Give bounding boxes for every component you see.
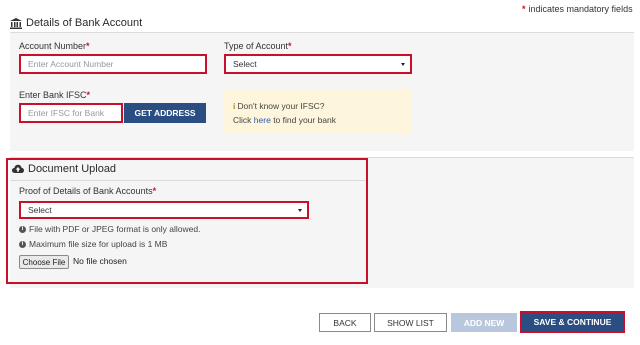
show-list-button[interactable]: SHOW LIST (374, 313, 447, 332)
ifsc-help-text: Don't know your IFSC? (237, 101, 325, 111)
cloud-upload-icon (12, 164, 24, 173)
document-section-header: Document Upload (12, 163, 116, 175)
ifsc-placeholder: Enter IFSC for Bank (28, 108, 105, 118)
ifsc-label-text: Enter Bank IFSC (19, 90, 87, 100)
info-icon: i (19, 225, 26, 233)
proof-select[interactable]: Select (19, 201, 309, 219)
account-type-label: Type of Account* (224, 41, 292, 51)
required-star: * (152, 186, 157, 196)
choose-file-button[interactable]: Choose File (19, 255, 69, 269)
bank-section-header: Details of Bank Account (10, 16, 142, 30)
save-continue-button[interactable]: SAVE & CONTINUE (520, 311, 625, 333)
document-section-title: Document Upload (28, 163, 117, 175)
file-size-note-text: Maximum file size for upload is 1 MB (29, 239, 168, 249)
ifsc-help-box: i Don't know your IFSC? Click here to fin… (224, 90, 411, 134)
chevron-down-icon (298, 208, 302, 212)
get-address-button[interactable]: GET ADDRESS (124, 103, 206, 123)
ifsc-help-click: Click (233, 115, 252, 125)
required-star: * (288, 41, 292, 51)
find-bank-link[interactable]: here (254, 115, 271, 125)
proof-label: Proof of Details of Bank Accounts* (19, 186, 156, 196)
file-format-note-text: File with PDF or JPEG format is only all… (29, 224, 201, 234)
file-status: No file chosen (73, 256, 127, 266)
file-size-note: i Maximum file size for upload is 1 MB (19, 239, 167, 249)
info-icon: i (19, 240, 26, 248)
bank-icon (10, 17, 22, 29)
file-format-note: i File with PDF or JPEG format is only al… (19, 224, 200, 234)
ifsc-label: Enter Bank IFSC* (19, 90, 90, 100)
proof-value: Select (28, 205, 52, 215)
mandatory-note-text: indicates mandatory fields (528, 4, 633, 14)
back-button[interactable]: BACK (319, 313, 371, 332)
mandatory-note: * indicates mandatory fields (522, 4, 633, 14)
proof-label-text: Proof of Details of Bank Accounts (19, 186, 153, 196)
account-number-label: Account Number* (19, 41, 90, 51)
account-number-placeholder: Enter Account Number (28, 59, 114, 69)
divider (10, 180, 366, 181)
info-icon: i (233, 101, 236, 111)
required-star: * (86, 41, 90, 51)
account-type-label-text: Type of Account (224, 41, 289, 51)
chevron-down-icon (401, 62, 405, 66)
account-number-label-text: Account Number (19, 41, 87, 51)
account-number-input[interactable]: Enter Account Number (19, 54, 207, 74)
required-star: * (522, 4, 526, 14)
ifsc-help-rest: to find your bank (273, 115, 337, 125)
ifsc-input[interactable]: Enter IFSC for Bank (19, 103, 123, 123)
bank-section-title: Details of Bank Account (26, 17, 143, 29)
add-new-button[interactable]: ADD NEW (451, 313, 517, 332)
required-star: * (86, 90, 91, 100)
account-type-select[interactable]: Select (224, 54, 412, 74)
account-type-value: Select (233, 59, 257, 69)
ifsc-help-line2: Click here to find your bank (233, 113, 402, 127)
ifsc-help-line1: i Don't know your IFSC? (233, 99, 402, 113)
